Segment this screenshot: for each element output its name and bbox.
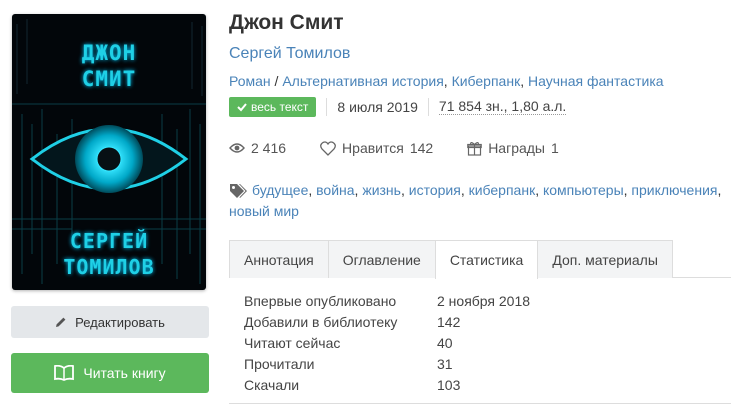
genre-list: Роман / Альтернативная история, Киберпан… xyxy=(229,73,664,89)
edit-button[interactable]: Редактировать xyxy=(11,306,209,338)
genre-link[interactable]: Научная фантастика xyxy=(528,73,664,89)
table-row: Добавили в библиотеку 142 xyxy=(244,314,461,330)
book-stats: 2 416 Нравится 142 Награды 1 xyxy=(229,140,593,156)
divider xyxy=(326,97,328,116)
genre-link[interactable]: Альтернативная история xyxy=(282,73,443,89)
statistics-table: Впервые опубликовано 2 ноября 2018 Добав… xyxy=(244,291,530,396)
tab-contents[interactable]: Оглавление xyxy=(327,240,436,278)
divider xyxy=(229,403,731,404)
cover-title-line2: СМИТ xyxy=(81,67,137,91)
eye-icon xyxy=(229,143,245,153)
book-size: 71 854 зн., 1,80 а.л. xyxy=(438,98,567,115)
heart-icon xyxy=(320,140,336,156)
author-link[interactable]: Сергей Томилов xyxy=(229,45,350,63)
awards-button[interactable]: Награды 1 xyxy=(467,140,559,156)
cover-title: ДЖОН СМИТ xyxy=(12,40,206,92)
cover-title-line1: ДЖОН xyxy=(81,41,137,65)
info-tabs: Аннотация Оглавление Статистика Доп. мат… xyxy=(229,240,731,279)
check-icon xyxy=(237,102,247,111)
table-row: Читают сейчас 40 xyxy=(244,335,453,351)
tag-link[interactable]: будущее xyxy=(252,182,308,198)
read-button-label: Читать книгу xyxy=(83,365,166,381)
genre-link[interactable]: Киберпанк xyxy=(452,73,521,89)
tab-annotation[interactable]: Аннотация xyxy=(229,240,329,278)
tag-link[interactable]: киберпанк xyxy=(469,182,536,198)
tag-link[interactable]: приключения xyxy=(631,182,717,198)
genre-link[interactable]: Роман xyxy=(229,73,271,89)
cover-author: СЕРГЕЙ ТОМИЛОВ xyxy=(12,228,206,280)
views-stat: 2 416 xyxy=(229,140,286,156)
pencil-icon xyxy=(56,317,66,327)
book-cover[interactable]: ДЖОН СМИТ СЕРГЕЙ ТОМИЛОВ xyxy=(12,14,206,290)
cover-author-line1: СЕРГЕЙ xyxy=(69,229,149,253)
tab-extras[interactable]: Доп. материалы xyxy=(537,240,673,278)
tag-link[interactable]: война xyxy=(316,182,354,198)
eye-icon xyxy=(29,125,189,193)
book-meta: весь текст 8 июля 2019 71 854 зн., 1,80 … xyxy=(229,96,567,117)
tag-link[interactable]: новый мир xyxy=(229,203,299,219)
book-icon xyxy=(54,365,75,381)
book-title: Джон Смит xyxy=(229,11,344,34)
edit-button-label: Редактировать xyxy=(75,314,165,330)
like-button[interactable]: Нравится 142 xyxy=(320,140,433,156)
publish-date: 8 июля 2019 xyxy=(337,98,418,115)
read-book-button[interactable]: Читать книгу xyxy=(11,353,209,393)
divider xyxy=(427,97,429,116)
full-text-badge: весь текст xyxy=(229,96,317,117)
tag-link[interactable]: история xyxy=(409,182,461,198)
table-row: Прочитали 31 xyxy=(244,356,453,372)
tag-link[interactable]: компьютеры xyxy=(543,182,624,198)
gift-icon xyxy=(467,141,482,156)
tags-icon xyxy=(230,184,247,198)
tab-statistics[interactable]: Статистика xyxy=(434,240,539,279)
table-row: Впервые опубликовано 2 ноября 2018 xyxy=(244,293,531,309)
tag-list: будущее, война, жизнь, история, киберпан… xyxy=(229,182,722,219)
table-row: Скачали 103 xyxy=(244,377,461,393)
cover-author-line2: ТОМИЛОВ xyxy=(63,255,155,279)
tag-link[interactable]: жизнь xyxy=(362,182,401,198)
